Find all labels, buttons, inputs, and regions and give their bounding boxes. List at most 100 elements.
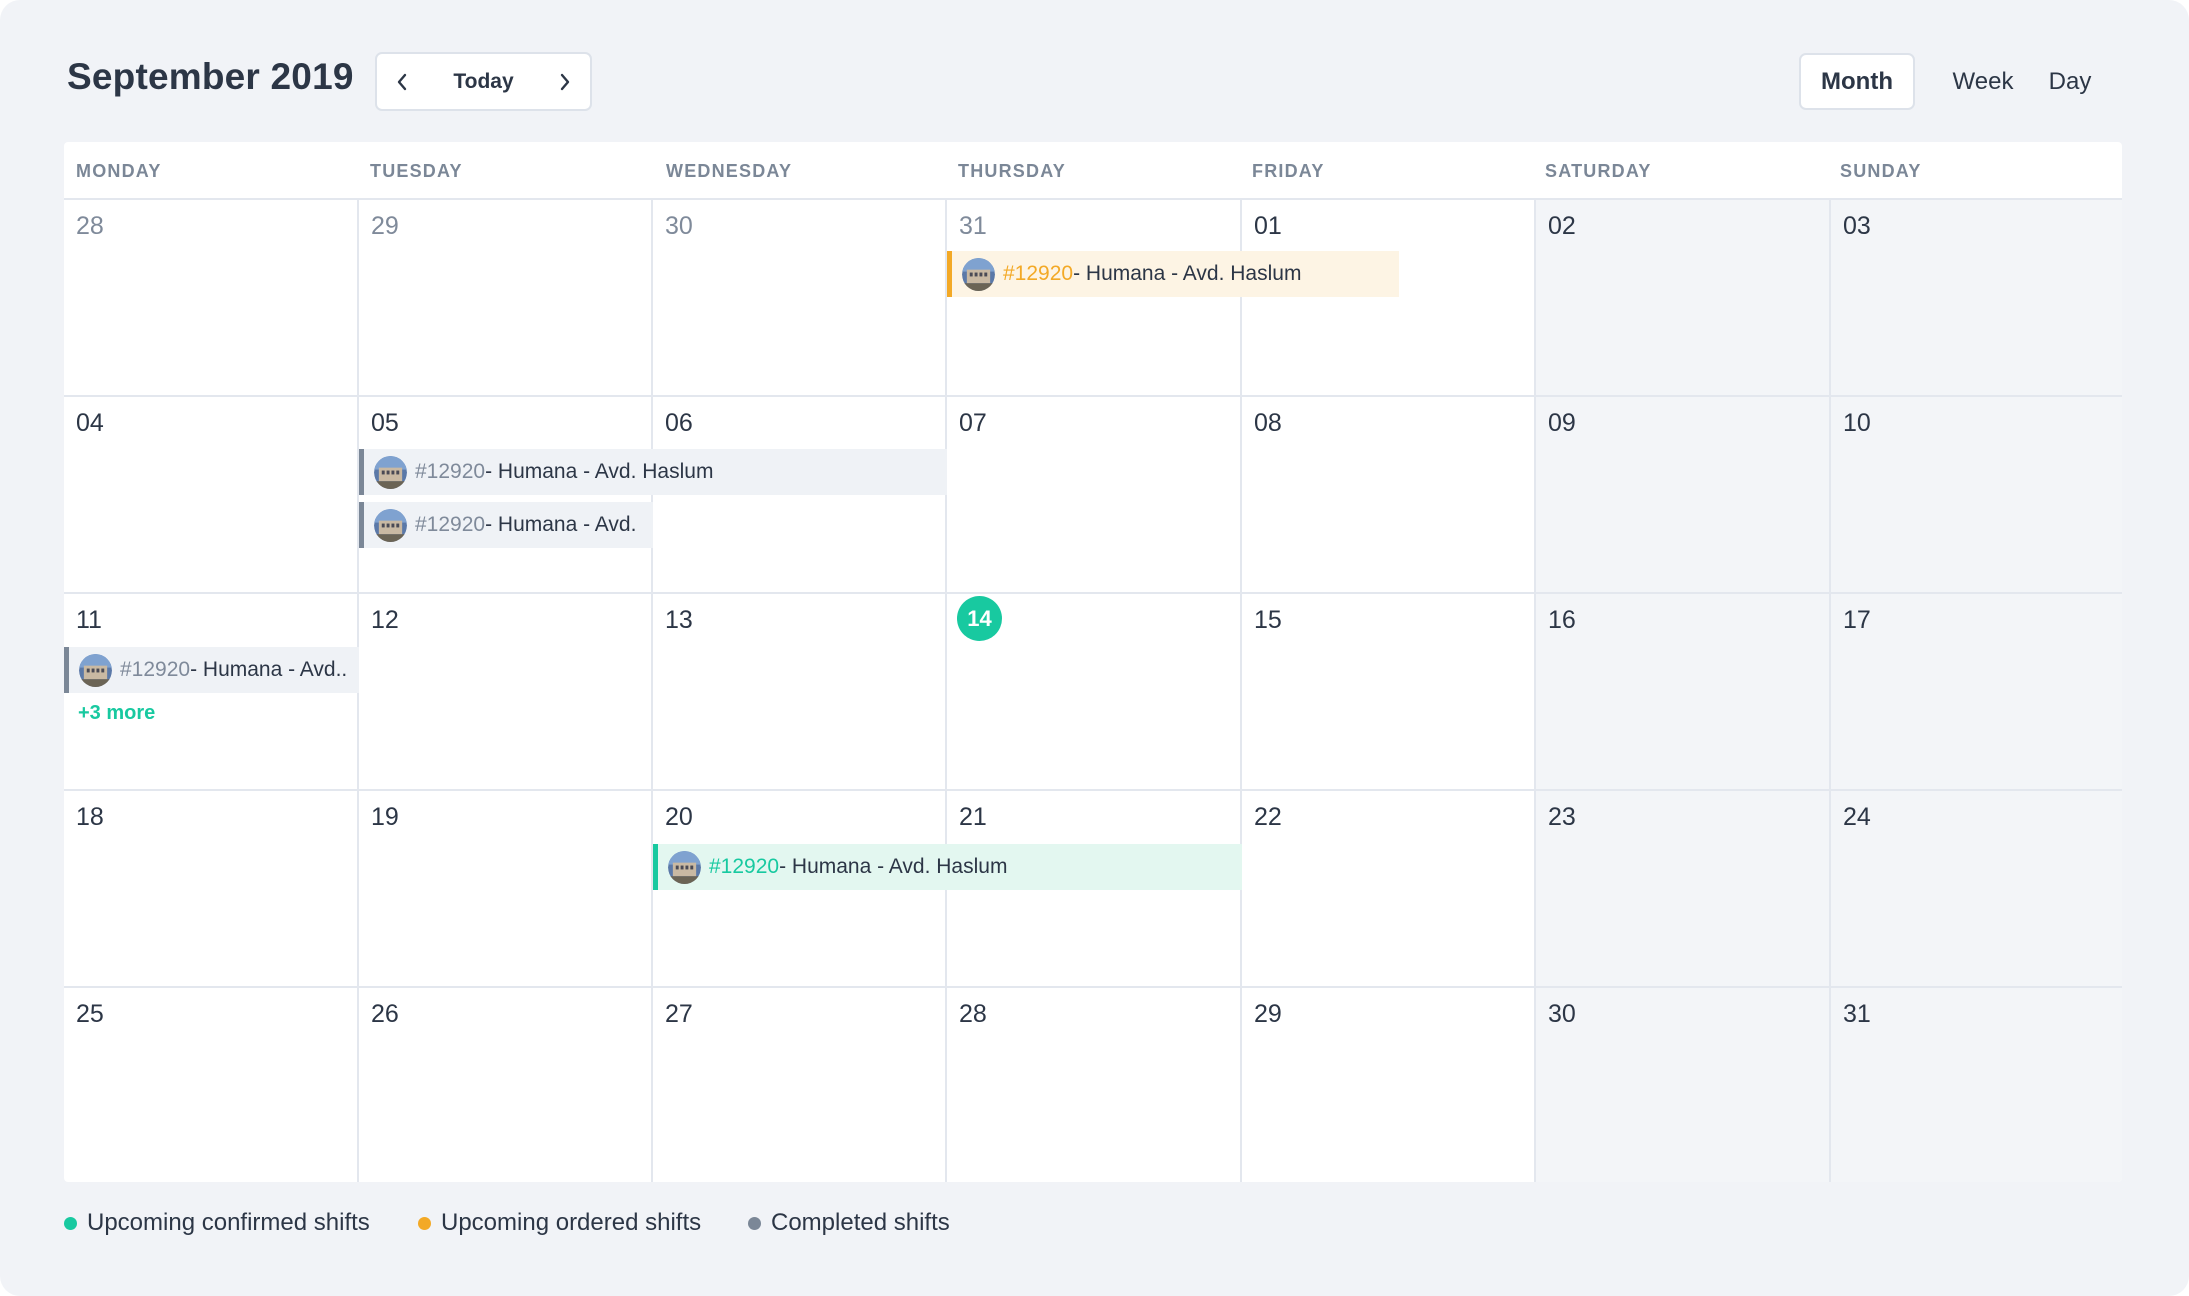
legend-label: Upcoming confirmed shifts (87, 1209, 370, 1236)
day-number: 29 (1254, 1000, 1282, 1028)
shift-title: - Humana - Avd. Haslum (485, 460, 714, 483)
shift-event-completed[interactable]: #12920 - Humana - Avd. Haslum (359, 449, 947, 495)
day-cell[interactable]: 14 (947, 594, 1242, 791)
legend-item-completed: Completed shifts (748, 1208, 950, 1238)
day-number: 21 (959, 803, 987, 831)
day-number: 11 (76, 606, 102, 634)
weekday-label: SUNDAY (1840, 160, 1922, 181)
day-number: 15 (1254, 606, 1282, 634)
shift-title: - Humana - Avd.. (190, 658, 348, 681)
day-number: 08 (1254, 409, 1282, 437)
weekday-label: FRIDAY (1252, 160, 1325, 181)
day-number: 13 (665, 606, 693, 634)
shift-title: - Humana - Avd. (485, 513, 637, 536)
calendar-page: September 2019 Today Month Week Day MOND… (0, 0, 2189, 1296)
day-cell[interactable]: 26 (359, 988, 653, 1182)
shift-code: #12920 (709, 855, 780, 878)
location-avatar-icon (374, 455, 407, 489)
shift-event-ordered[interactable]: #12920 - Humana - Avd. Haslum (947, 251, 1399, 297)
location-avatar-icon (668, 850, 701, 884)
today-button[interactable]: Today (427, 54, 540, 109)
day-cell[interactable]: 15 (1242, 594, 1536, 791)
previous-month-button[interactable] (377, 54, 427, 109)
day-cell[interactable]: 18 (64, 791, 359, 988)
next-month-button[interactable] (540, 54, 590, 109)
day-number: 16 (1548, 606, 1576, 634)
day-number: 24 (1843, 803, 1871, 831)
day-cell[interactable]: 30 (653, 200, 947, 397)
day-cell[interactable]: 30 (1536, 988, 1831, 1182)
legend-item-confirmed: Upcoming confirmed shifts (64, 1208, 370, 1238)
day-cell[interactable]: 29 (1242, 988, 1536, 1182)
day-cell[interactable]: 12 (359, 594, 653, 791)
day-cell[interactable]: 31 (947, 200, 1242, 397)
day-number: 20 (665, 803, 693, 831)
shift-event-completed[interactable]: #12920 - Humana - Avd.. (64, 647, 359, 693)
day-number: 07 (959, 409, 987, 437)
day-number: 17 (1843, 606, 1871, 634)
day-cell[interactable]: 24 (1831, 791, 2122, 988)
shift-event-confirmed[interactable]: #12920 - Humana - Avd. Haslum (653, 844, 1242, 890)
day-number: 02 (1548, 212, 1576, 240)
day-cell[interactable]: 07 (947, 397, 1242, 594)
day-cell[interactable]: 23 (1536, 791, 1831, 988)
day-number: 28 (76, 212, 104, 240)
day-cell[interactable]: 08 (1242, 397, 1536, 594)
date-navigation: Today (375, 52, 592, 111)
legend-item-ordered: Upcoming ordered shifts (418, 1208, 701, 1238)
day-cell[interactable]: 06 (653, 397, 947, 594)
chevron-left-icon (397, 73, 407, 90)
day-cell[interactable]: 28 (64, 200, 359, 397)
day-number: 18 (76, 803, 104, 831)
weekday-label: SATURDAY (1545, 160, 1652, 181)
day-cell[interactable]: 10 (1831, 397, 2122, 594)
day-cell[interactable]: 29 (359, 200, 653, 397)
day-cell[interactable]: 01 (1242, 200, 1536, 397)
shift-code: #12920 (120, 658, 191, 681)
month-view-button[interactable]: Month (1799, 53, 1915, 110)
shift-event-completed[interactable]: #12920 - Humana - Avd. (359, 502, 653, 548)
day-number: 31 (1843, 1000, 1871, 1028)
legend-dot-icon (64, 1216, 77, 1230)
day-cell[interactable]: 25 (64, 988, 359, 1182)
day-cell[interactable]: 05 (359, 397, 653, 594)
day-cell[interactable]: 31 (1831, 988, 2122, 1182)
day-number: 27 (665, 1000, 693, 1028)
day-number: 19 (371, 803, 399, 831)
day-number: 09 (1548, 409, 1576, 437)
shift-code: #12920 (415, 460, 486, 483)
day-cell[interactable]: 28 (947, 988, 1242, 1182)
week-view-button[interactable]: Week (1941, 53, 2025, 110)
day-number: 22 (1254, 803, 1282, 831)
day-number: 04 (76, 409, 104, 437)
month-grid: MONDAY TUESDAY WEDNESDAY THURSDAY FRIDAY… (64, 142, 2122, 1182)
day-cell[interactable]: 03 (1831, 200, 2122, 397)
day-number: 05 (371, 409, 399, 437)
day-cell[interactable]: 27 (653, 988, 947, 1182)
shift-title: - Humana - Avd. Haslum (1073, 262, 1302, 285)
day-cell[interactable]: 09 (1536, 397, 1831, 594)
day-number: 26 (371, 1000, 399, 1028)
day-cell[interactable]: 13 (653, 594, 947, 791)
day-number: 03 (1843, 212, 1871, 240)
weekday-label: THURSDAY (958, 160, 1066, 181)
shift-title: - Humana - Avd. Haslum (779, 855, 1008, 878)
day-number: 31 (959, 212, 987, 240)
day-number: 23 (1548, 803, 1576, 831)
day-number: 30 (665, 212, 693, 240)
shift-code: #12920 (1003, 262, 1074, 285)
day-number: 30 (1548, 1000, 1576, 1028)
day-cell[interactable]: 04 (64, 397, 359, 594)
day-view-button[interactable]: Day (2038, 53, 2102, 110)
day-number: 29 (371, 212, 399, 240)
more-events-link[interactable]: +3 more (78, 702, 155, 725)
day-cell[interactable]: 02 (1536, 200, 1831, 397)
page-title: September 2019 (67, 56, 354, 97)
day-cell[interactable]: 17 (1831, 594, 2122, 791)
day-cell[interactable]: 16 (1536, 594, 1831, 791)
day-cell[interactable]: 19 (359, 791, 653, 988)
today-date-badge: 14 (957, 596, 1002, 641)
shift-code: #12920 (415, 513, 486, 536)
day-cell[interactable]: 22 (1242, 791, 1536, 988)
chevron-right-icon (560, 73, 570, 90)
